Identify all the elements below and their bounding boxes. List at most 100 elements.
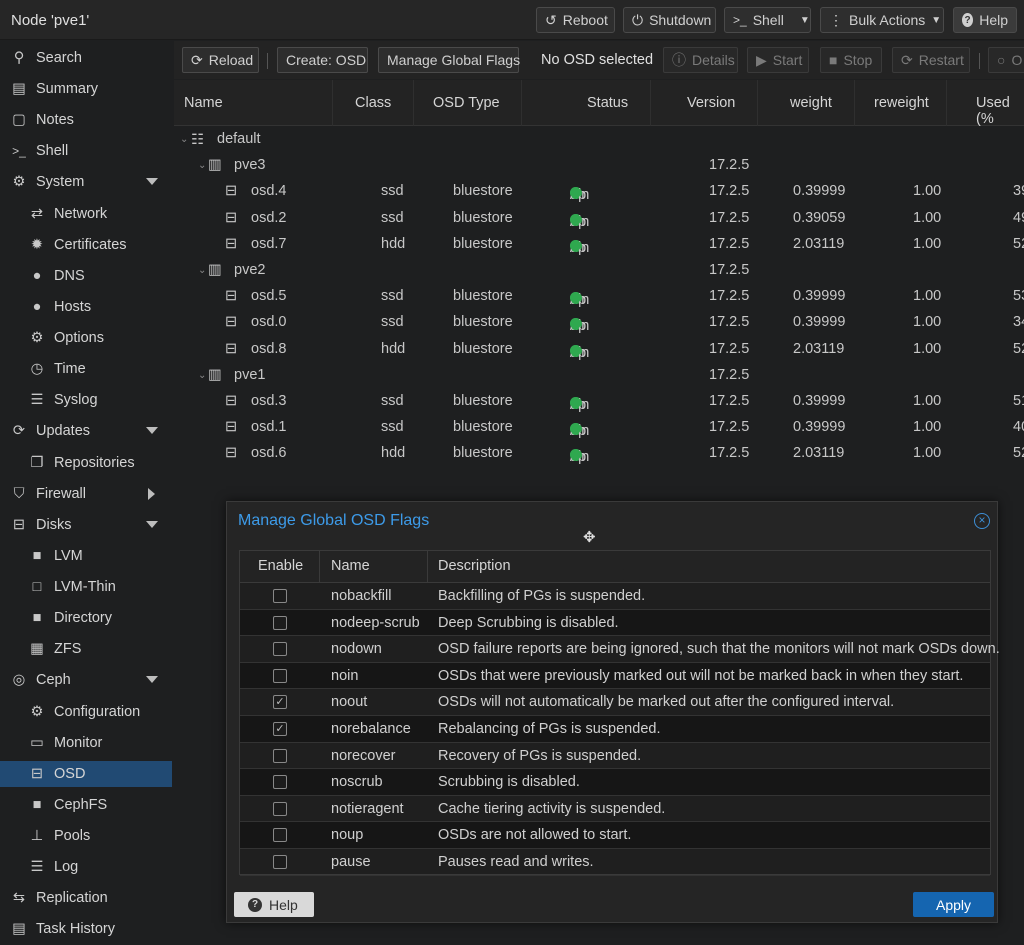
shutdown-button[interactable]: ⏻ Shutdown (623, 7, 716, 33)
flag-row[interactable]: ✓ norebalance Rebalancing of PGs is suspen… (240, 716, 990, 743)
flag-row[interactable]: pause Pauses read and writes. (240, 849, 990, 876)
sidebar-item-monitor[interactable]: ▭ Monitor (0, 730, 172, 756)
sidebar-item-notes[interactable]: ▢ Notes (0, 107, 172, 133)
flag-row[interactable]: notieragent Cache tiering activity is sus… (240, 796, 990, 823)
sidebar-item-lvm-thin[interactable]: □ LVM-Thin (0, 574, 172, 600)
flag-checkbox[interactable] (273, 589, 287, 603)
manage-global-flags-button[interactable]: Manage Global Flags (378, 47, 520, 73)
sidebar-item-osd[interactable]: ⊟ OSD (0, 761, 172, 787)
globe-icon: ● (32, 268, 42, 284)
sidebar-item-log[interactable]: ☰ Log (0, 854, 172, 880)
flag-checkbox[interactable] (273, 615, 287, 630)
tree-osd-row[interactable]: ⊟osd.8hddbluestoreup ↑ / in 17.2.52.0311… (174, 337, 1024, 363)
flag-checkbox[interactable]: ✓ (273, 695, 287, 710)
sidebar-item-summary[interactable]: ▤ Summary (0, 76, 172, 102)
move-icon: ✥ (583, 529, 596, 546)
flag-checkbox[interactable] (273, 855, 287, 869)
col-status[interactable]: Status (587, 95, 628, 111)
create-osd-button[interactable]: Create: OSD (277, 47, 368, 73)
tree-osd-row[interactable]: ⊟osd.5ssdbluestoreup ↑ / in 17.2.50.3999… (174, 284, 1024, 310)
apply-button[interactable]: Apply (913, 892, 994, 917)
sidebar-item-replication[interactable]: ⇆ Replication (0, 885, 172, 911)
sidebar-item-directory[interactable]: ■ Directory (0, 605, 172, 631)
flag-row[interactable]: norecover Recovery of PGs is suspended. (240, 743, 990, 770)
tree-host-row[interactable]: ⌄ ▥ pve2 17.2.5 (174, 258, 1024, 284)
close-icon[interactable]: × (974, 513, 990, 529)
sidebar-item-system[interactable]: ⚙ System (0, 169, 172, 195)
tree-host-row[interactable]: ⌄ ▥ pve3 17.2.5 (174, 153, 1024, 179)
sidebar-item-cephfs[interactable]: ■ CephFS (0, 792, 172, 818)
flag-checkbox[interactable] (273, 775, 287, 790)
flag-checkbox[interactable] (273, 748, 287, 763)
col-weight[interactable]: weight (790, 95, 832, 111)
sidebar-item-time[interactable]: ◷ Time (0, 356, 172, 382)
chevron-down-icon: ⌄ (198, 160, 207, 172)
restart-button[interactable]: ⟳ Restart (892, 47, 970, 73)
question-icon: ? (962, 13, 974, 27)
sidebar-item-search[interactable]: ⚲ Search (0, 45, 172, 71)
reboot-button[interactable]: ↺ Reboot (536, 7, 615, 33)
flag-checkbox[interactable] (273, 801, 287, 816)
flag-row[interactable]: noscrub Scrubbing is disabled. (240, 769, 990, 796)
tree-root-row[interactable]: ⌄ ☷ default (174, 127, 1024, 153)
tree-host-row[interactable]: ⌄ ▥ pve1 17.2.5 (174, 363, 1024, 389)
tree-osd-row[interactable]: ⊟osd.4ssdbluestoreup ↑ / in 17.2.50.3999… (174, 179, 1024, 205)
details-button[interactable]: ⓘ Details (663, 47, 738, 73)
col-used[interactable]: Used (% (976, 95, 1024, 127)
sidebar-item-lvm[interactable]: ■ LVM (0, 543, 172, 569)
sidebar-item-pools[interactable]: ⊥ Pools (0, 823, 172, 849)
sidebar-item-configuration[interactable]: ⚙ Configuration (0, 699, 172, 725)
reload-button[interactable]: ⟳ Reload (182, 47, 259, 73)
question-icon: ? (248, 897, 262, 912)
flag-checkbox[interactable]: ✓ (273, 722, 287, 736)
sidebar-item-dns[interactable]: ● DNS (0, 263, 172, 289)
col-osd-type[interactable]: OSD Type (433, 95, 500, 111)
sidebar-item-firewall[interactable]: ⛉ Firewall (0, 481, 172, 507)
flag-row[interactable]: noup OSDs are not allowed to start. (240, 822, 990, 849)
stop-button[interactable]: ■ Stop (820, 47, 882, 73)
sidebar-item-hosts[interactable]: ● Hosts (0, 294, 172, 320)
col-reweight[interactable]: reweight (874, 95, 929, 111)
flag-row[interactable]: noin OSDs that were previously marked out… (240, 662, 990, 690)
chevron-down-icon: ▼ (799, 14, 810, 26)
sidebar-item-repositories[interactable]: ❐ Repositories (0, 450, 172, 476)
sidebar-item-network[interactable]: ⇄ Network (0, 201, 172, 227)
sidebar-item-disks[interactable]: ⊟ Disks (0, 512, 172, 538)
flags-table: Enable Name Description nobackfill Backfi… (239, 550, 1000, 876)
flag-row[interactable]: nobackfill Backfilling of PGs is suspende… (240, 583, 990, 610)
flag-row[interactable]: nodown OSD failure reports are being igno… (240, 636, 1000, 663)
in-status-dot (570, 213, 581, 225)
tree-osd-row[interactable]: ⊟osd.1ssdbluestoreup ↑ / in 17.2.50.3999… (174, 415, 1024, 441)
sidebar-item-syslog[interactable]: ☰ Syslog (0, 387, 172, 413)
col-name[interactable]: Name (184, 95, 223, 111)
col-enable[interactable]: Enable (258, 558, 303, 574)
tree-osd-row[interactable]: ⊟osd.2ssdbluestoreup ↑ / in 17.2.50.3905… (174, 206, 1024, 232)
flag-row[interactable]: nodeep-scrub Deep Scrubbing is disabled. (240, 609, 990, 637)
sidebar-item-zfs[interactable]: ▦ ZFS (0, 636, 172, 662)
tree-osd-row[interactable]: ⊟osd.0ssdbluestoreup ↑ / in 17.2.50.3999… (174, 310, 1024, 336)
start-button[interactable]: ▶ Start (747, 47, 809, 73)
bulk-actions-button[interactable]: ⋮ Bulk Actions ▼ (820, 7, 944, 33)
in-status-dot (570, 239, 581, 251)
dialog-help-button[interactable]: ? Help (234, 892, 314, 917)
sidebar-item-certificates[interactable]: ✹ Certificates (0, 232, 172, 258)
flag-checkbox[interactable] (273, 642, 287, 657)
sidebar-item-task-history[interactable]: ▤ Task History (0, 916, 172, 942)
help-button[interactable]: ? Help (953, 7, 1017, 33)
flag-checkbox[interactable] (273, 828, 287, 843)
sidebar-item-options[interactable]: ⚙ Options (0, 325, 172, 351)
col-version[interactable]: Version (687, 95, 735, 111)
sidebar-item-updates[interactable]: ⟳ Updates (0, 418, 172, 444)
col-flag-name[interactable]: Name (331, 558, 370, 574)
tree-osd-row[interactable]: ⊟osd.3ssdbluestoreup ↑ / in 17.2.50.3999… (174, 389, 1024, 415)
sidebar-item-ceph[interactable]: ◎ Ceph (0, 667, 172, 693)
tree-osd-row[interactable]: ⊟osd.6hddbluestoreup ↑ / in 17.2.52.0311… (174, 441, 1024, 467)
col-class[interactable]: Class (355, 95, 391, 111)
col-description[interactable]: Description (438, 558, 511, 574)
more-button[interactable]: ○ O (988, 47, 1024, 73)
flag-checkbox[interactable] (273, 668, 287, 683)
tree-osd-row[interactable]: ⊟osd.7hddbluestoreup ↑ / in 17.2.52.0311… (174, 232, 1024, 258)
sidebar-item-shell[interactable]: >_ Shell (0, 138, 172, 164)
shell-button[interactable]: >_ Shell ▼ (724, 7, 811, 33)
flag-row[interactable]: ✓ noout OSDs will not automatically be mar… (240, 689, 990, 716)
